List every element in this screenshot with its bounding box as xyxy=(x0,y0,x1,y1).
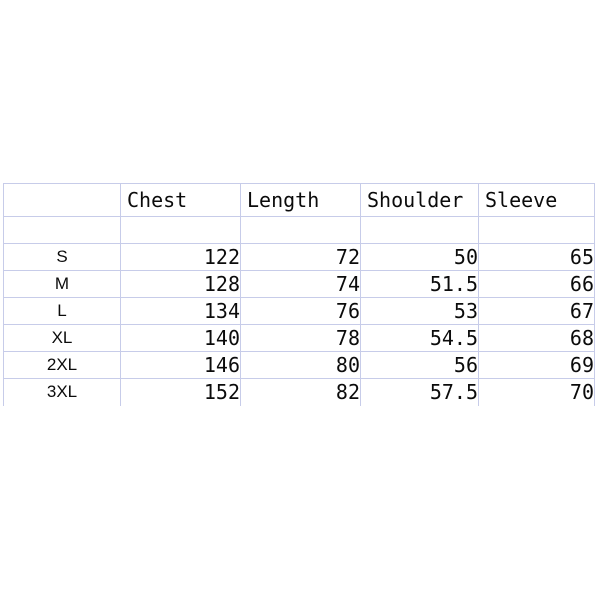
cell-size: 2XL xyxy=(3,351,121,379)
cell-sleeve: 65 xyxy=(478,243,595,271)
cell-size: L xyxy=(3,297,121,325)
spacer-cell-sleeve xyxy=(478,216,595,244)
cell-size: S xyxy=(3,243,121,271)
cell-shoulder: 56 xyxy=(360,351,479,379)
cell-sleeve: 66 xyxy=(478,270,595,298)
header-cell-length: Length xyxy=(240,183,361,217)
table-row: S 122 72 50 65 xyxy=(3,243,595,271)
cell-shoulder: 53 xyxy=(360,297,479,325)
spacer-cell-size xyxy=(3,216,121,244)
table-row: M 128 74 51.5 66 xyxy=(3,270,595,298)
cell-shoulder: 57.5 xyxy=(360,378,479,406)
table-row: 2XL 146 80 56 69 xyxy=(3,351,595,379)
size-chart-canvas: Chest Length Shoulder Sleeve S 122 72 50… xyxy=(0,0,600,600)
size-chart-container: Chest Length Shoulder Sleeve S 122 72 50… xyxy=(3,183,595,406)
cell-chest: 134 xyxy=(120,297,241,325)
spacer-cell-chest xyxy=(120,216,241,244)
cell-size: 3XL xyxy=(3,378,121,406)
header-cell-chest: Chest xyxy=(120,183,241,217)
table-row: XL 140 78 54.5 68 xyxy=(3,324,595,352)
cell-length: 72 xyxy=(240,243,361,271)
cell-shoulder: 54.5 xyxy=(360,324,479,352)
table-header-row: Chest Length Shoulder Sleeve xyxy=(3,183,595,217)
cell-sleeve: 70 xyxy=(478,378,595,406)
cell-length: 78 xyxy=(240,324,361,352)
header-cell-sleeve: Sleeve xyxy=(478,183,595,217)
cell-size: XL xyxy=(3,324,121,352)
cell-sleeve: 69 xyxy=(478,351,595,379)
table-row: 3XL 152 82 57.5 70 xyxy=(3,378,595,406)
cell-length: 80 xyxy=(240,351,361,379)
header-cell-shoulder: Shoulder xyxy=(360,183,479,217)
cell-sleeve: 68 xyxy=(478,324,595,352)
cell-length: 76 xyxy=(240,297,361,325)
table-spacer-row xyxy=(3,216,595,244)
cell-sleeve: 67 xyxy=(478,297,595,325)
cell-size: M xyxy=(3,270,121,298)
cell-length: 82 xyxy=(240,378,361,406)
cell-length: 74 xyxy=(240,270,361,298)
size-chart-table: Chest Length Shoulder Sleeve S 122 72 50… xyxy=(3,183,595,406)
header-cell-corner xyxy=(3,183,121,217)
cell-chest: 140 xyxy=(120,324,241,352)
spacer-cell-length xyxy=(240,216,361,244)
cell-chest: 152 xyxy=(120,378,241,406)
table-row: L 134 76 53 67 xyxy=(3,297,595,325)
cell-chest: 122 xyxy=(120,243,241,271)
spacer-cell-shoulder xyxy=(360,216,479,244)
cell-shoulder: 50 xyxy=(360,243,479,271)
cell-chest: 128 xyxy=(120,270,241,298)
cell-shoulder: 51.5 xyxy=(360,270,479,298)
cell-chest: 146 xyxy=(120,351,241,379)
